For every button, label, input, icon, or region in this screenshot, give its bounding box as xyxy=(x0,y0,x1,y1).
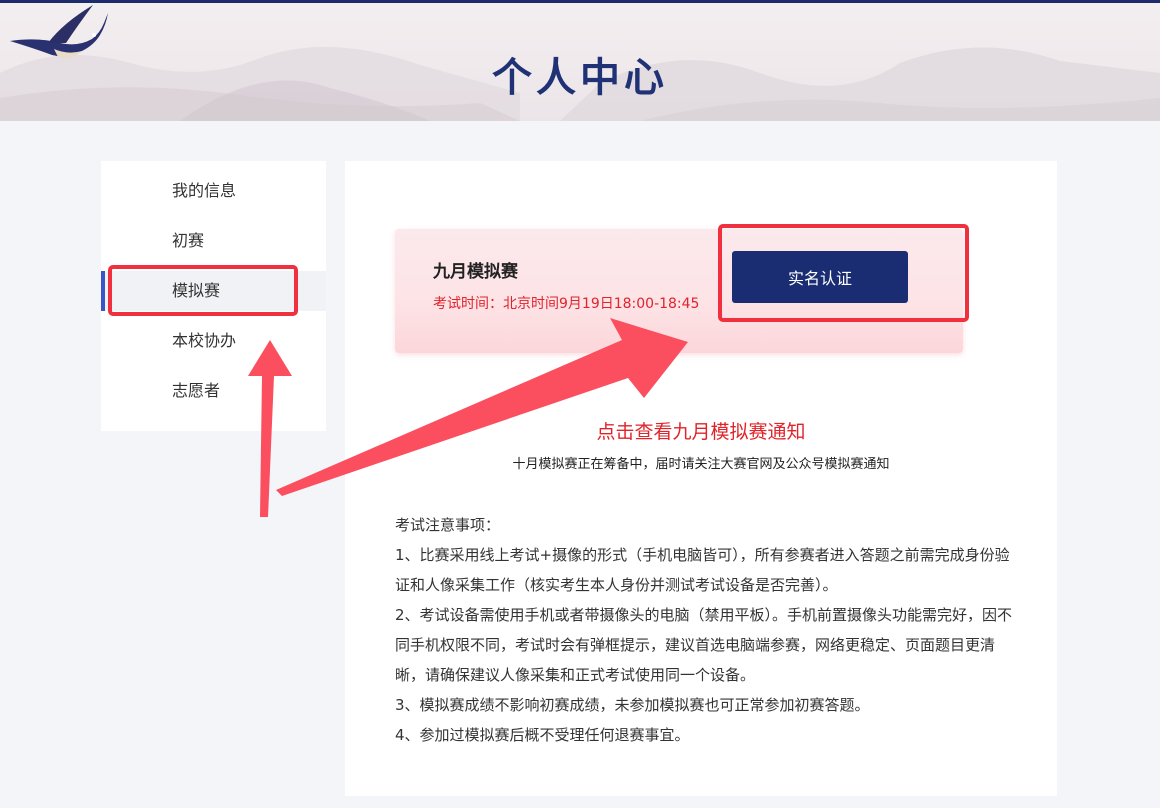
page-title: 个人中心 xyxy=(492,55,668,101)
rule-item-3: 3、模拟赛成绩不影响初赛成绩，未参加模拟赛也可正常参加初赛答题。 xyxy=(395,696,870,714)
exam-card: 九月模拟赛 考试时间：北京时间9月19日18:00-18:45 实名认证 xyxy=(395,229,963,353)
sidebar-item-mock-exam[interactable]: 模拟赛 xyxy=(101,271,326,311)
sidebar-item-school-coorganize[interactable]: 本校协办 xyxy=(101,321,326,361)
real-name-verify-button[interactable]: 实名认证 xyxy=(732,251,908,303)
page-banner: 个人中心 xyxy=(0,3,1160,121)
rules-heading: 考试注意事项： xyxy=(395,516,501,534)
rule-item-4: 4、参加过模拟赛后概不受理任何退赛事宜。 xyxy=(395,726,690,744)
sidebar-item-preliminary[interactable]: 初赛 xyxy=(101,221,326,261)
main-content: 九月模拟赛 考试时间：北京时间9月19日18:00-18:45 实名认证 点击查… xyxy=(345,161,1057,796)
exam-title: 九月模拟赛 xyxy=(433,262,518,282)
sidebar-item-volunteer[interactable]: 志愿者 xyxy=(101,371,326,411)
exam-rules: 考试注意事项： 1、比赛采用线上考试+摄像的形式（手机电脑皆可），所有参赛者进入… xyxy=(395,510,1015,750)
exam-time: 考试时间：北京时间9月19日18:00-18:45 xyxy=(433,296,700,312)
mock-exam-notice-link[interactable]: 点击查看九月模拟赛通知 xyxy=(345,417,1057,444)
rule-item-1: 1、比赛采用线上考试+摄像的形式（手机电脑皆可），所有参赛者进入答题之前需完成身… xyxy=(395,546,1010,594)
rule-item-2: 2、考试设备需使用手机或者带摄像头的电脑（禁用平板）。手机前置摄像头功能需完好，… xyxy=(395,606,1013,684)
notice-subtext: 十月模拟赛正在筹备中，届时请关注大赛官网及公众号模拟赛通知 xyxy=(512,457,890,472)
sidebar-nav: 我的信息 初赛 模拟赛 本校协办 志愿者 xyxy=(101,161,326,431)
sidebar-item-my-info[interactable]: 我的信息 xyxy=(101,171,326,211)
